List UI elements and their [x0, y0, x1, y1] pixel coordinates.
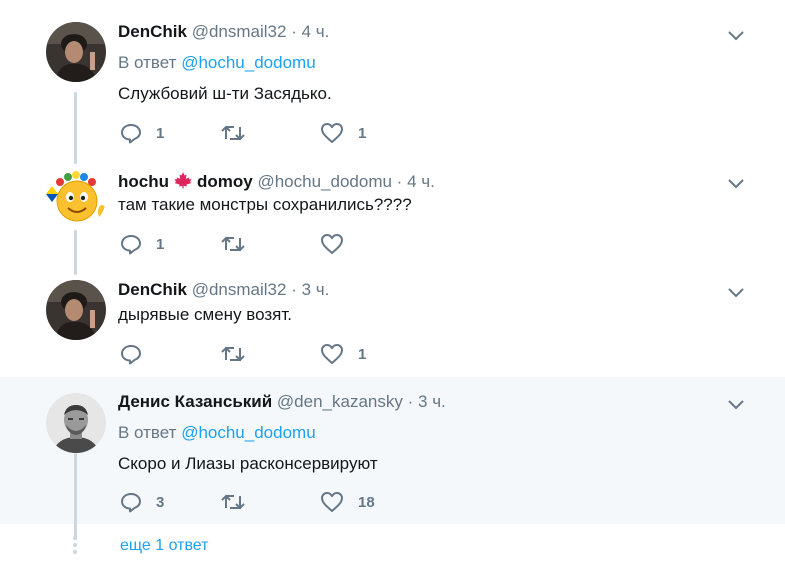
display-name[interactable]: hochu domoy — [118, 172, 253, 191]
like-count: 1 — [358, 124, 367, 142]
tweet-text: там такие монстры сохранились???? — [118, 195, 412, 214]
display-name-part: domoy — [197, 172, 253, 191]
reply-button[interactable]: 1 — [120, 121, 164, 145]
chevron-down-icon[interactable] — [726, 398, 746, 412]
tweet-header: DenChik @dnsmail32 · 4 ч. — [118, 22, 329, 42]
reply-icon — [121, 124, 141, 144]
maple-leaf-icon — [174, 172, 192, 189]
reply-prefix: В ответ — [118, 53, 177, 72]
heart-icon — [321, 492, 343, 512]
username[interactable]: @dnsmail32 — [192, 280, 287, 299]
reply-count: 1 — [156, 124, 165, 142]
retweet-icon — [221, 494, 245, 510]
reply-button[interactable]: 3 — [120, 490, 164, 514]
reply-button[interactable]: 1 — [120, 232, 164, 256]
like-button[interactable]: 1 — [320, 342, 366, 366]
avatar[interactable] — [46, 22, 106, 82]
retweet-button[interactable] — [220, 490, 260, 514]
username[interactable]: @dnsmail32 — [192, 22, 287, 41]
tweet-header: hochu domoy @hochu_dodomu · 4 ч. — [118, 171, 435, 192]
like-button[interactable]: 18 — [320, 490, 375, 514]
heart-icon — [321, 234, 343, 254]
retweet-icon — [221, 346, 245, 362]
reply-count: 3 — [156, 493, 165, 511]
separator: · — [291, 280, 297, 299]
tweet[interactable]: DenChik @dnsmail32 · 4 ч. В ответ @hochu… — [0, 0, 785, 165]
show-more-replies-link[interactable]: еще 1 ответ — [120, 537, 208, 555]
like-count: 1 — [358, 345, 367, 363]
reply-context: В ответ @hochu_dodomu — [118, 423, 316, 443]
tweet[interactable]: DenChik @dnsmail32 · 3 ч. дырявые смену … — [0, 275, 785, 377]
reply-context: В ответ @hochu_dodomu — [118, 53, 316, 73]
timestamp[interactable]: 3 ч. — [418, 392, 446, 411]
separator: · — [407, 392, 414, 411]
reply-count: 1 — [156, 235, 165, 253]
retweet-button[interactable] — [220, 121, 260, 145]
heart-icon — [321, 123, 343, 143]
separator: · — [291, 22, 297, 41]
timestamp[interactable]: 3 ч. — [302, 280, 330, 299]
separator: · — [396, 172, 403, 191]
tweet-header: Денис Казанський @den_kazansky · 3 ч. — [118, 392, 446, 412]
retweet-button[interactable] — [220, 342, 260, 366]
thread-dots — [73, 536, 77, 556]
tweet-text: Скоро и Лиазы расконсервируют — [118, 454, 378, 473]
avatar[interactable] — [46, 168, 106, 228]
tweet-text: дырявые смену возят. — [118, 305, 293, 324]
tweet[interactable]: hochu domoy @hochu_dodomu · 4 ч. там таки… — [0, 165, 785, 275]
reply-prefix: В ответ — [118, 423, 177, 442]
display-name[interactable]: DenChik — [118, 280, 187, 299]
reply-to-link[interactable]: @hochu_dodomu — [181, 53, 315, 72]
like-button[interactable] — [320, 232, 358, 256]
like-button[interactable]: 1 — [320, 121, 366, 145]
heart-icon — [321, 344, 343, 364]
chevron-down-icon[interactable] — [726, 286, 746, 300]
reply-to-link[interactable]: @hochu_dodomu — [181, 423, 315, 442]
reply-icon — [121, 493, 141, 513]
like-count: 18 — [358, 493, 375, 511]
chevron-down-icon[interactable] — [726, 177, 746, 191]
timestamp[interactable]: 4 ч. — [302, 22, 330, 41]
reply-icon — [121, 345, 141, 365]
retweet-button[interactable] — [220, 232, 260, 256]
username[interactable]: @den_kazansky — [277, 392, 403, 411]
retweet-icon — [221, 125, 245, 141]
username[interactable]: @hochu_dodomu — [257, 172, 391, 191]
display-name-part: hochu — [118, 172, 169, 191]
tweet-header: DenChik @dnsmail32 · 3 ч. — [118, 280, 329, 300]
tweet-highlighted[interactable]: Денис Казанський @den_kazansky · 3 ч. В … — [0, 377, 785, 539]
tweet-text: Службовий ш-ти Засядько. — [118, 84, 332, 103]
avatar[interactable] — [46, 393, 106, 453]
chevron-down-icon[interactable] — [726, 29, 746, 43]
avatar[interactable] — [46, 280, 106, 340]
reply-button[interactable] — [120, 342, 156, 366]
thread-line — [74, 453, 77, 539]
display-name[interactable]: DenChik — [118, 22, 187, 41]
timestamp[interactable]: 4 ч. — [407, 172, 435, 191]
retweet-icon — [221, 236, 245, 252]
reply-icon — [121, 235, 141, 255]
display-name[interactable]: Денис Казанський — [118, 392, 272, 411]
